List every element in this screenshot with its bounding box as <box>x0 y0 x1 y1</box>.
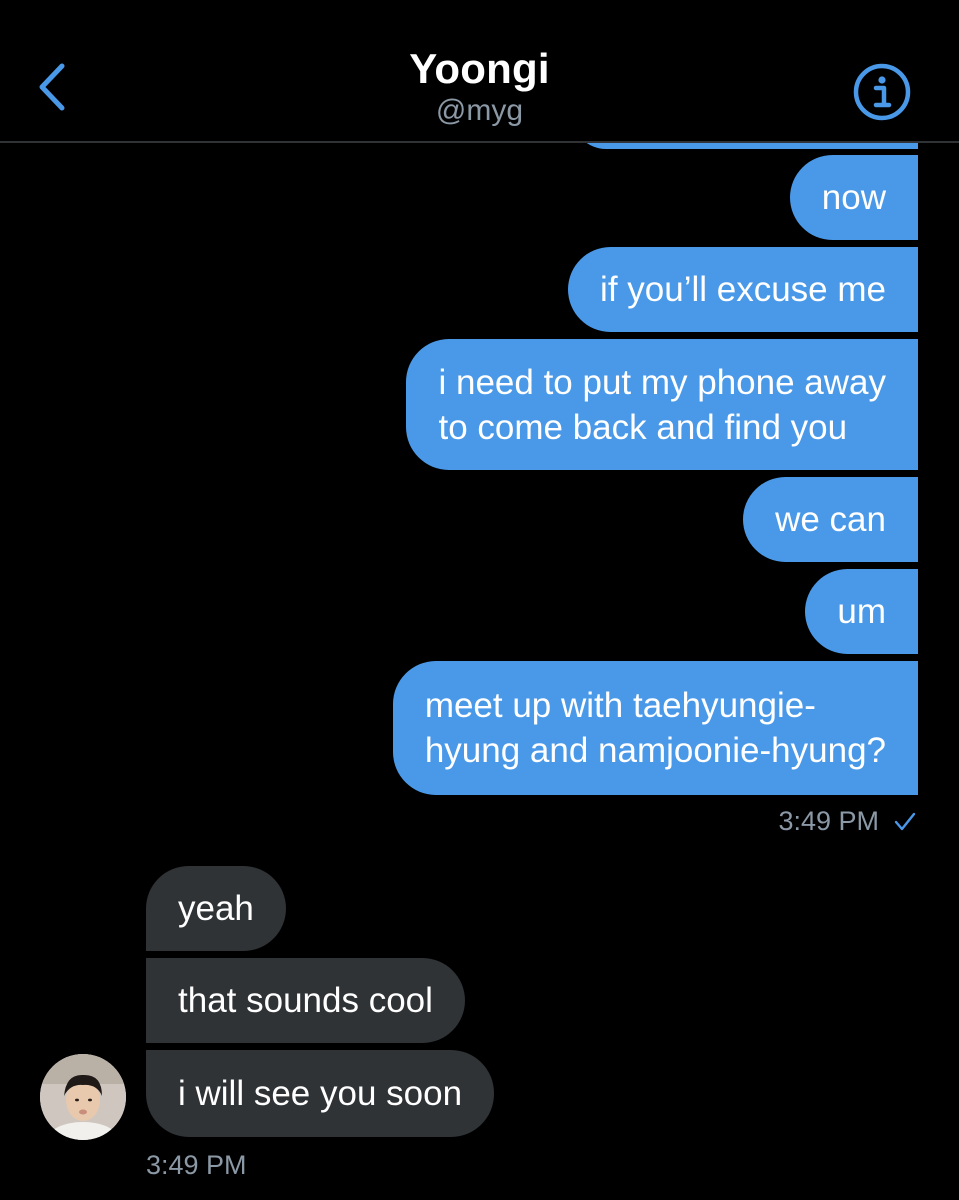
avatar-image <box>40 1054 126 1140</box>
info-icon <box>853 63 911 121</box>
message-text: meet up with taehyungie- <box>424 686 816 725</box>
message-text: if you’ll excuse me <box>600 270 886 309</box>
message-text: i will see you soon <box>178 1074 463 1113</box>
sent-message-bubble[interactable]: now <box>789 155 918 240</box>
received-timestamp: 3:49 PM <box>146 1150 247 1180</box>
sent-message-bubble[interactable]: meet up with taehyungie- hyung and namjo… <box>392 661 918 795</box>
received-message-bubble[interactable]: yeah <box>146 866 286 951</box>
info-button[interactable] <box>850 60 914 124</box>
message-text: we can <box>775 500 886 539</box>
sent-message-meta: 3:49 PM <box>778 806 917 837</box>
message-text-line-2: hyung and namjoonie-hyung? <box>424 731 886 770</box>
sent-timestamp: 3:49 PM <box>778 806 879 836</box>
sent-message-bubble[interactable]: if you’ll excuse me <box>568 247 918 332</box>
message-text: um <box>837 592 886 631</box>
received-message-meta: 3:49 PM <box>146 1150 247 1181</box>
message-text: that sounds cool <box>178 981 433 1020</box>
contact-name: Yoongi <box>409 45 550 92</box>
sent-message-bubble[interactable]: i need to put my phone away to come back… <box>406 339 918 470</box>
message-text-line-2: to come back and find you <box>438 407 848 447</box>
sent-message-bubble[interactable]: um <box>805 569 918 654</box>
conversation-header: Yoongi @myg <box>0 0 959 143</box>
conversation-title-block[interactable]: Yoongi @myg <box>0 44 959 130</box>
message-text: yeah <box>178 889 254 928</box>
contact-handle: @myg <box>435 94 524 127</box>
dm-conversation-screen: Yoongi @myg now if you’ll excuse me i ne… <box>0 0 959 1200</box>
received-message-bubble[interactable]: that sounds cool <box>146 958 465 1043</box>
sent-message-bubble[interactable]: we can <box>743 477 918 562</box>
contact-avatar[interactable] <box>40 1054 126 1140</box>
received-message-bubble[interactable]: i will see you soon <box>146 1050 495 1137</box>
message-text: i need to put my phone away <box>438 362 886 402</box>
checkmark-icon <box>894 812 916 830</box>
message-text: now <box>821 178 886 217</box>
